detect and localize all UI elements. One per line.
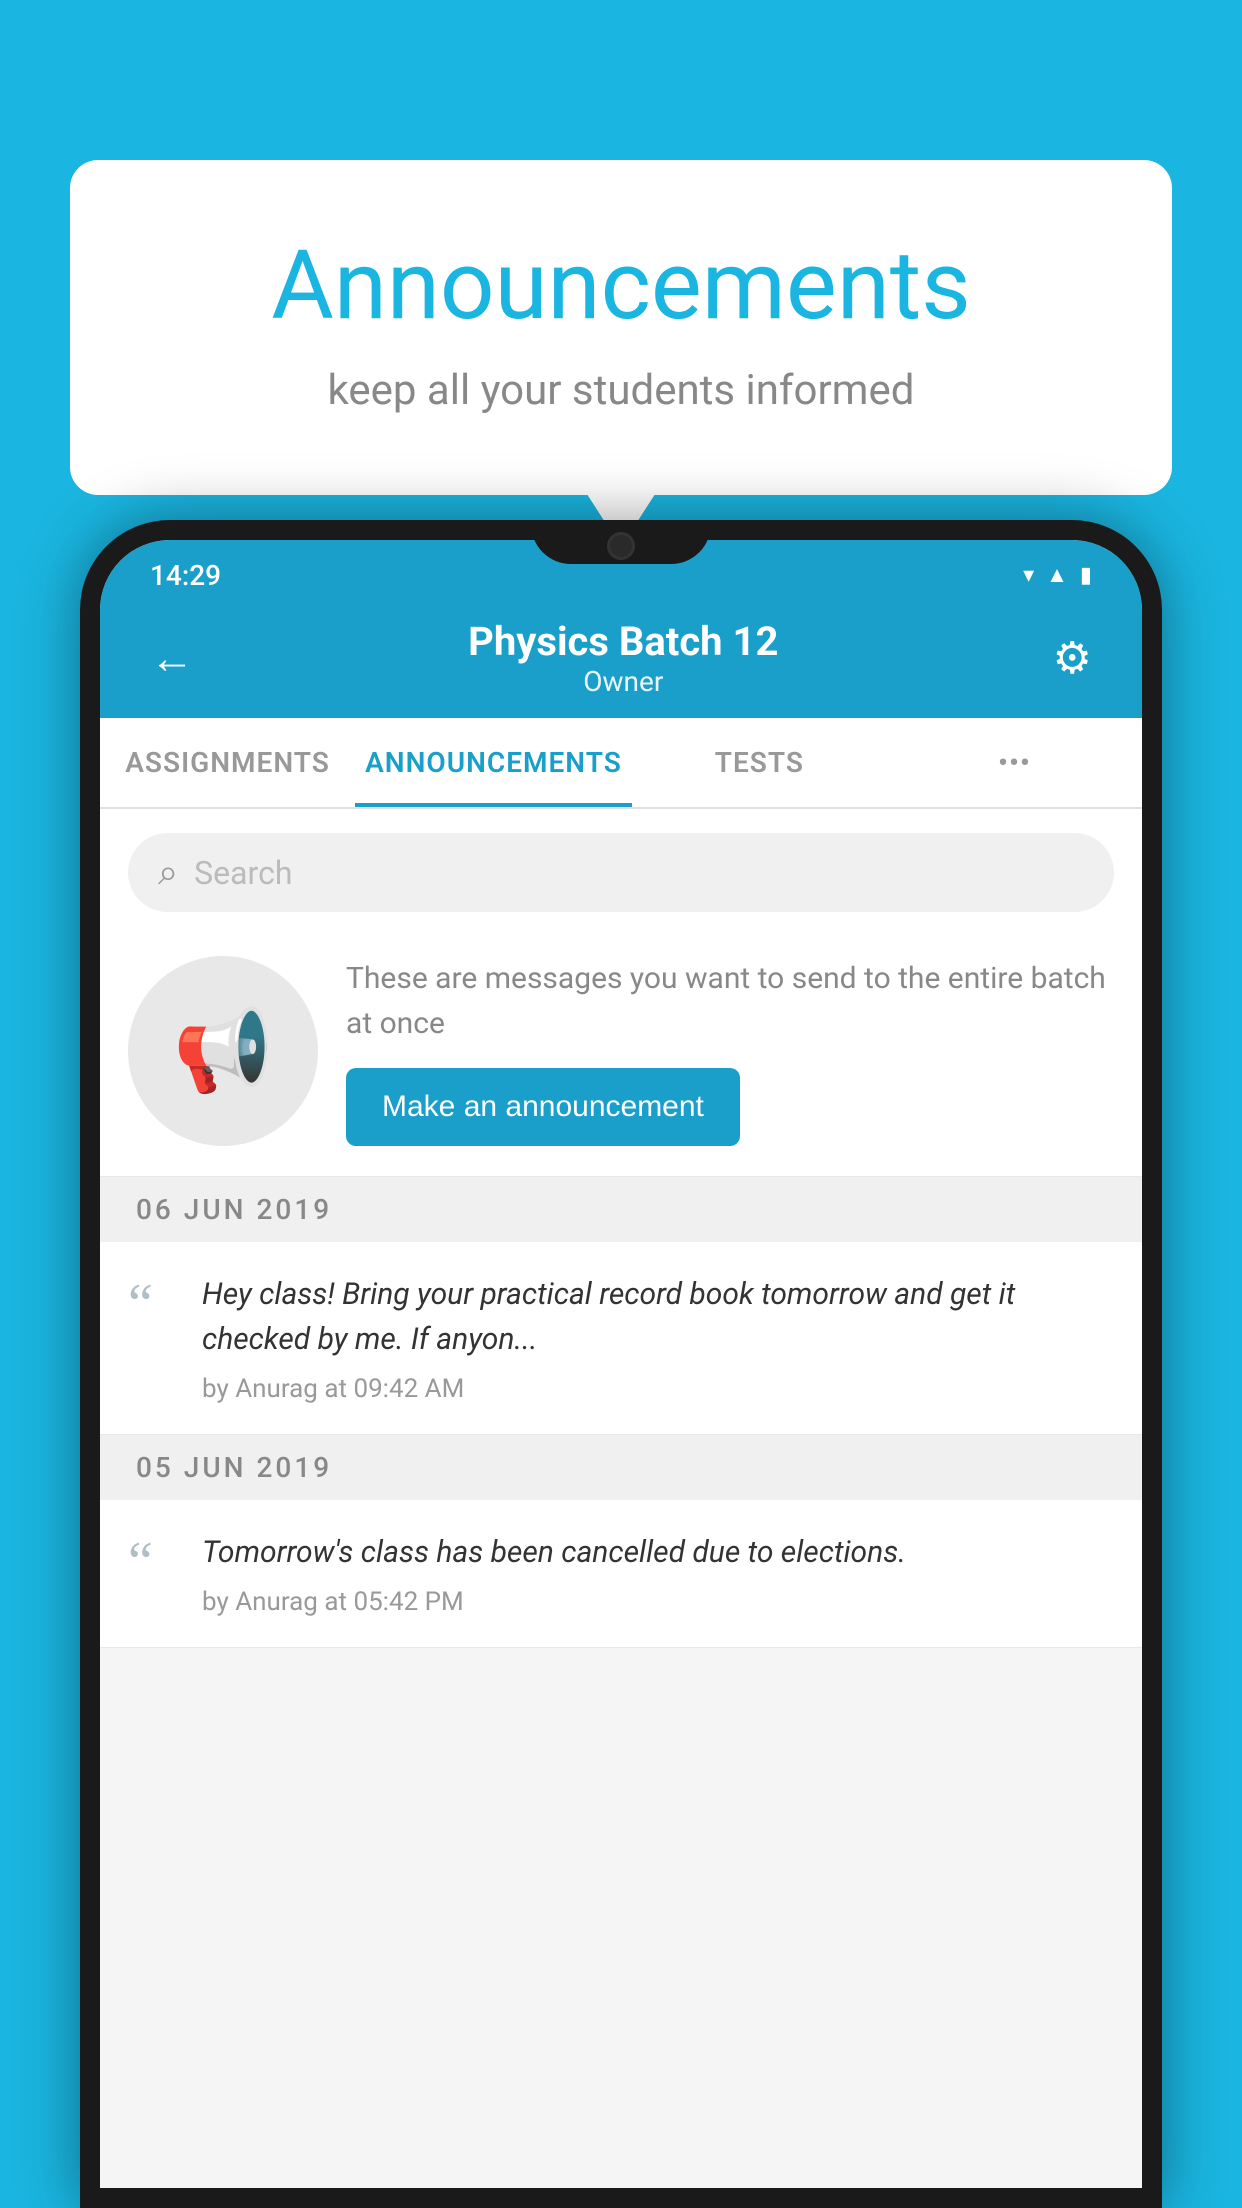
announcement-promo: 📢 These are messages you want to send to… [100, 936, 1142, 1177]
date-separator-1: 06 JUN 2019 [100, 1177, 1142, 1242]
bubble-subtitle: keep all your students informed [150, 366, 1092, 415]
tab-tests[interactable]: TESTS [632, 718, 887, 807]
megaphone-icon-circle: 📢 [128, 956, 318, 1146]
promo-content: These are messages you want to send to t… [346, 956, 1114, 1146]
announcement-meta-2: by Anurag at 05:42 PM [202, 1587, 1114, 1617]
phone-camera [607, 532, 635, 560]
quote-icon-1: “ [128, 1272, 178, 1332]
wifi-icon: ▾ [1023, 563, 1034, 588]
header-title-group: Physics Batch 12 Owner [204, 618, 1043, 698]
promo-description: These are messages you want to send to t… [346, 956, 1114, 1046]
search-bar[interactable]: ⌕ Search [128, 833, 1114, 912]
announcement-item-1[interactable]: “ Hey class! Bring your practical record… [100, 1242, 1142, 1435]
tab-announcements[interactable]: ANNOUNCEMENTS [355, 718, 632, 807]
announcement-content-2: Tomorrow's class has been cancelled due … [202, 1530, 1114, 1617]
quote-icon-2: “ [128, 1530, 178, 1590]
announcement-item-2[interactable]: “ Tomorrow's class has been cancelled du… [100, 1500, 1142, 1648]
announcement-meta-1: by Anurag at 09:42 AM [202, 1374, 1114, 1404]
bubble-title: Announcements [150, 230, 1092, 342]
gear-icon[interactable]: ⚙ [1043, 622, 1102, 694]
announcement-text-2: Tomorrow's class has been cancelled due … [202, 1530, 1114, 1575]
signal-icon: ▲ [1046, 562, 1068, 588]
back-button[interactable]: ← [140, 622, 204, 694]
tab-more[interactable]: ••• [887, 718, 1142, 807]
hero-section: Announcements keep all your students inf… [70, 160, 1172, 495]
tab-assignments[interactable]: ASSIGNMENTS [100, 718, 355, 807]
content-area: ⌕ Search 📢 These are messages you want t… [100, 809, 1142, 1648]
page-title: Physics Batch 12 [204, 618, 1043, 665]
battery-icon: ▮ [1080, 563, 1092, 588]
make-announcement-button[interactable]: Make an announcement [346, 1068, 740, 1146]
date-separator-2: 05 JUN 2019 [100, 1435, 1142, 1500]
phone-notch [531, 520, 711, 564]
page-subtitle: Owner [204, 665, 1043, 698]
app-header: ← Physics Batch 12 Owner ⚙ [100, 600, 1142, 718]
phone-screen: 14:29 ▾ ▲ ▮ ← Physics Batch 12 Owner ⚙ A… [100, 540, 1142, 2188]
speech-bubble: Announcements keep all your students inf… [70, 160, 1172, 495]
status-time: 14:29 [150, 559, 221, 592]
status-icons: ▾ ▲ ▮ [1023, 562, 1092, 588]
search-icon: ⌕ [158, 851, 178, 894]
tabs-container: ASSIGNMENTS ANNOUNCEMENTS TESTS ••• [100, 718, 1142, 809]
megaphone-icon: 📢 [173, 1004, 273, 1098]
announcement-text-1: Hey class! Bring your practical record b… [202, 1272, 1114, 1362]
announcement-content-1: Hey class! Bring your practical record b… [202, 1272, 1114, 1404]
search-input-label[interactable]: Search [194, 854, 292, 892]
phone-frame: 14:29 ▾ ▲ ▮ ← Physics Batch 12 Owner ⚙ A… [80, 520, 1162, 2208]
